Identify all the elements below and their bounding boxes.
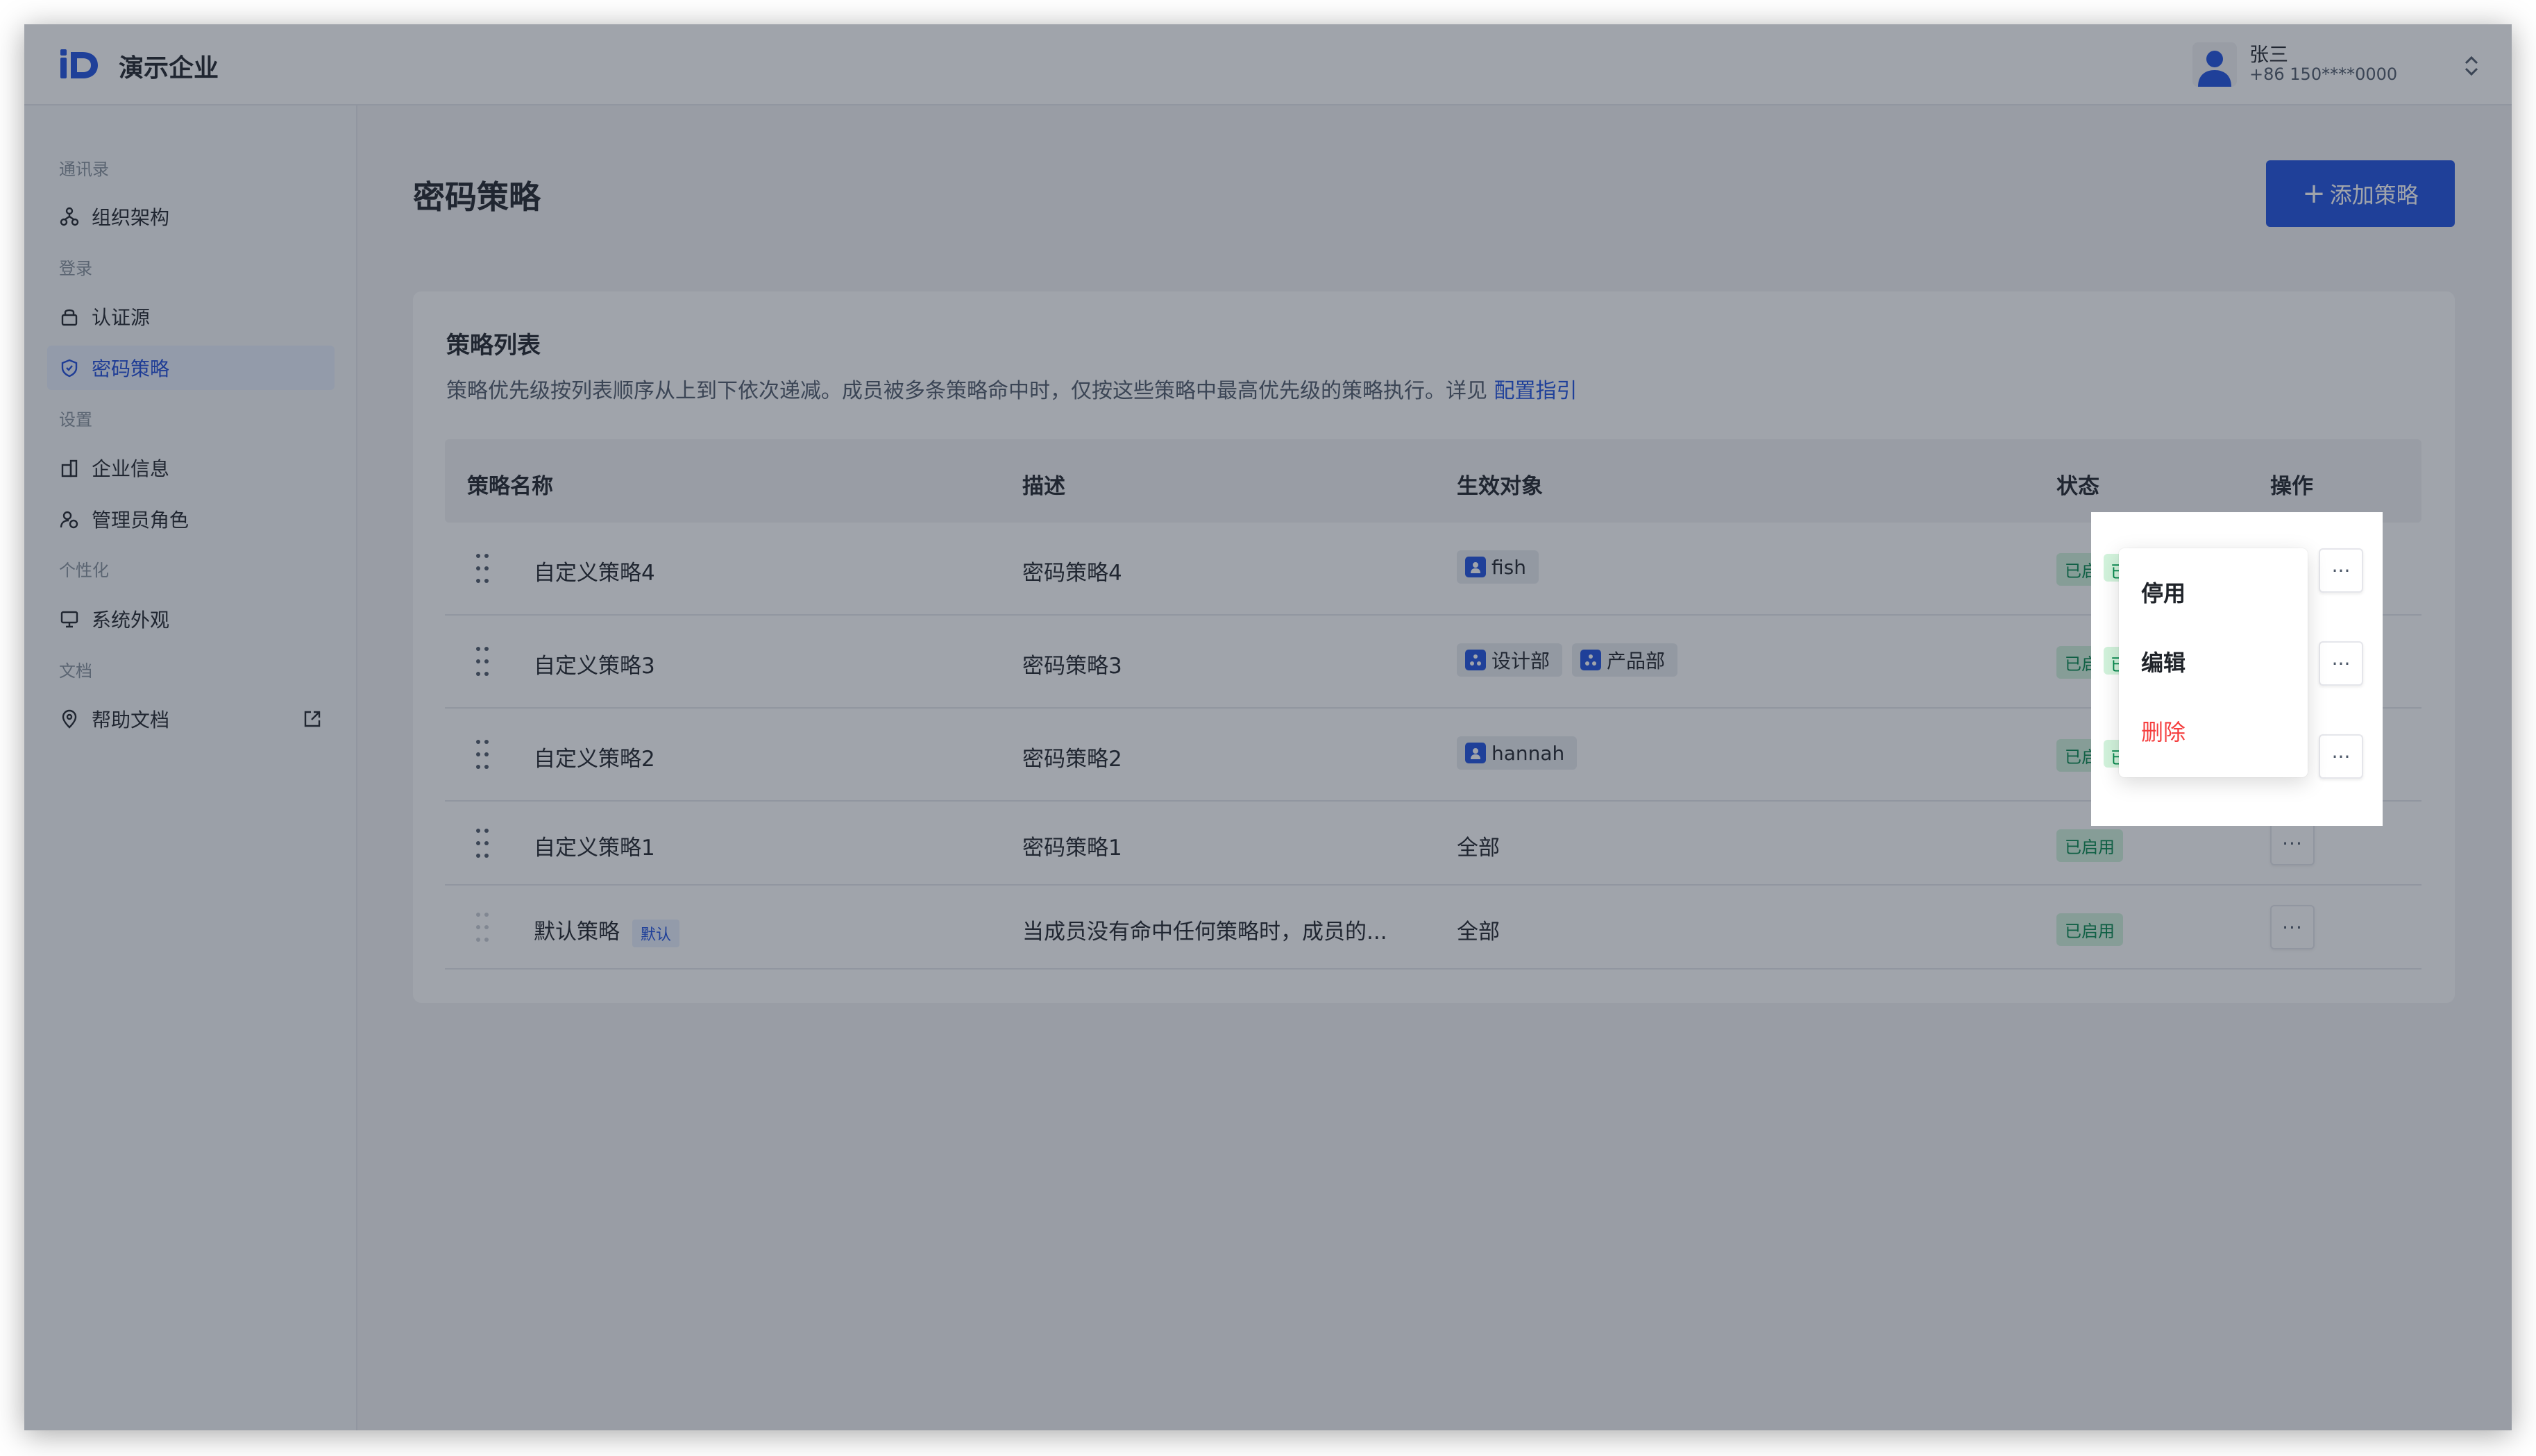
- app-window: 演示企业 张三 +86 150****0000 通讯录 组织架构 登录 认证源 …: [24, 24, 2512, 1430]
- more-actions-button[interactable]: ···: [2319, 548, 2363, 593]
- actions-popup-region: 已 已 已 ··· ··· ··· 停用 编辑 删除: [2091, 512, 2383, 826]
- actions-dropdown-menu: 停用 编辑 删除: [2119, 548, 2308, 777]
- menu-item-disable[interactable]: 停用: [2141, 576, 2186, 608]
- more-actions-button[interactable]: ···: [2319, 734, 2363, 779]
- more-actions-button[interactable]: ···: [2319, 641, 2363, 686]
- menu-item-delete[interactable]: 删除: [2141, 715, 2186, 747]
- menu-item-edit[interactable]: 编辑: [2141, 645, 2186, 677]
